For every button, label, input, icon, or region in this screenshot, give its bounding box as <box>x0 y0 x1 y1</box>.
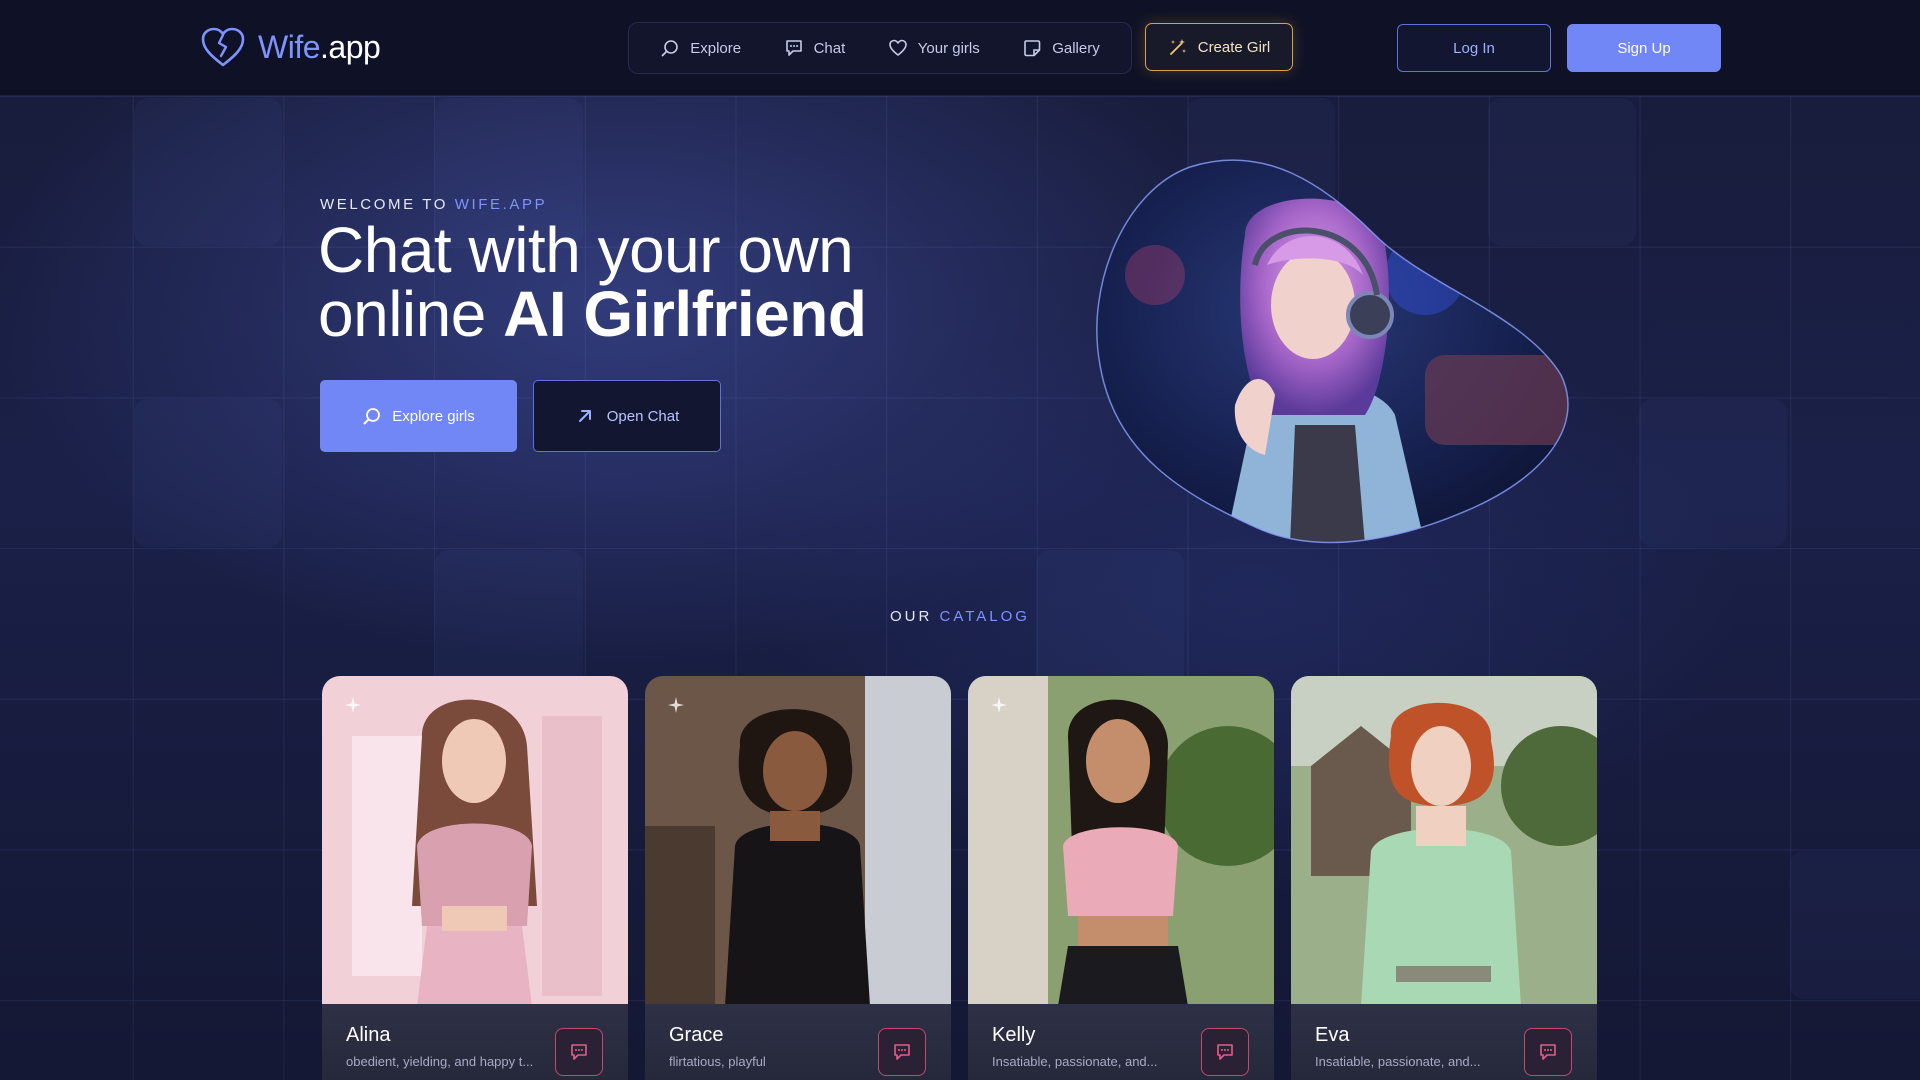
arrow-up-right-icon <box>578 410 591 422</box>
girl-name: Kelly <box>992 1024 1036 1046</box>
chat-bubble-icon <box>785 40 802 56</box>
open-chat-label: Open Chat <box>606 407 680 425</box>
signup-button[interactable]: Sign Up <box>1567 24 1721 72</box>
hero-eyebrow-prefix: WELCOME TO <box>320 196 448 213</box>
girl-card-info: Eva Insatiable, passionate, and... <box>1291 1004 1597 1080</box>
girl-description: Insatiable, passionate, and... <box>992 1054 1158 1069</box>
hero-title-line2: online AI Girlfriend <box>318 282 867 346</box>
girl-card-kelly[interactable]: Kelly Insatiable, passionate, and... <box>968 676 1274 1080</box>
girl-name: Alina <box>346 1024 391 1046</box>
logo-text-accent: .app <box>320 28 381 65</box>
open-chat-button[interactable]: Open Chat <box>533 380 721 452</box>
girl-chat-button[interactable] <box>555 1028 603 1076</box>
hero-eyebrow: WELCOME TO WIFE.APP <box>320 196 547 213</box>
nav-item-explore[interactable]: Explore <box>660 38 741 58</box>
sparkle-icon <box>668 697 684 713</box>
nav-item-label: Chat <box>813 39 846 57</box>
hero-girl-image <box>1096 159 1569 544</box>
sparkle-icon <box>991 697 1007 713</box>
girl-card-info: Kelly Insatiable, passionate, and... <box>968 1004 1274 1080</box>
hero-eyebrow-accent: WIFE.APP <box>454 196 548 213</box>
grid-tile <box>134 98 282 246</box>
chat-bubble-icon <box>1217 1044 1233 1060</box>
sparkle-icon <box>345 697 361 713</box>
girl-description: flirtatious, playful <box>669 1054 766 1069</box>
search-icon <box>363 408 381 425</box>
magic-wand-icon <box>1169 39 1186 55</box>
girl-chat-button[interactable] <box>1524 1028 1572 1076</box>
girl-card-info: Grace flirtatious, playful <box>645 1004 951 1080</box>
girl-description: obedient, yielding, and happy t... <box>346 1054 534 1069</box>
girl-chat-button[interactable] <box>878 1028 926 1076</box>
logo-text: Wife.app <box>258 28 381 66</box>
page: Wife.app Explore Chat Your girls Gallery <box>0 0 1920 1080</box>
girl-card-eva[interactable]: Eva Insatiable, passionate, and... <box>1291 676 1597 1080</box>
hero-title-regular: online <box>318 278 486 350</box>
girl-card-grace[interactable]: Grace flirtatious, playful <box>645 676 951 1080</box>
top-navbar: Wife.app Explore Chat Your girls Gallery <box>0 0 1920 96</box>
nav-item-label: Explore <box>690 39 742 57</box>
girl-card-info: Alina obedient, yielding, and happy t... <box>322 1004 628 1080</box>
create-girl-button[interactable]: Create Girl <box>1145 23 1293 71</box>
broken-heart-icon <box>201 27 245 67</box>
grid-tile <box>1639 399 1787 547</box>
gallery-icon <box>1024 40 1041 57</box>
girl-name: Eva <box>1315 1024 1350 1046</box>
explore-girls-label: Explore girls <box>392 407 475 425</box>
nav-item-label: Your girls <box>917 39 980 57</box>
logo-text-main: Wife <box>258 28 321 65</box>
girl-photo <box>322 676 628 1006</box>
grid-tile <box>134 399 282 547</box>
hero-title: Chat with your own online AI Girlfriend <box>318 214 867 346</box>
girl-chat-button[interactable] <box>1201 1028 1249 1076</box>
login-button[interactable]: Log In <box>1397 24 1551 72</box>
nav-item-label: Gallery <box>1052 39 1100 57</box>
girl-photo <box>968 676 1274 1006</box>
girl-name: Grace <box>669 1024 724 1046</box>
explore-girls-button[interactable]: Explore girls <box>320 380 517 452</box>
logo[interactable]: Wife.app <box>200 26 381 68</box>
chat-bubble-icon <box>894 1044 910 1060</box>
girl-description: Insatiable, passionate, and... <box>1315 1054 1481 1069</box>
nav-item-your-girls[interactable]: Your girls <box>888 38 980 58</box>
main-nav: Explore Chat Your girls Gallery <box>628 22 1132 74</box>
catalog-cards: Alina obedient, yielding, and happy t... <box>322 676 1597 1080</box>
nav-item-chat[interactable]: Chat <box>784 38 846 58</box>
catalog-heading: OUR CATALOG <box>0 608 1920 625</box>
chat-bubble-icon <box>1540 1044 1556 1060</box>
grid-tile <box>1790 851 1920 999</box>
catalog-heading-accent: CATALOG <box>939 608 1030 625</box>
hero-title-bold: AI Girlfriend <box>503 278 867 350</box>
hero-title-line1: Chat with your own <box>318 214 854 286</box>
girl-card-alina[interactable]: Alina obedient, yielding, and happy t... <box>322 676 628 1080</box>
chat-bubble-icon <box>571 1044 587 1060</box>
girl-photo <box>1291 676 1597 1006</box>
catalog-heading-prefix: OUR <box>890 608 933 625</box>
heart-icon <box>888 39 907 56</box>
girl-photo <box>645 676 951 1006</box>
create-girl-label: Create Girl <box>1197 38 1271 56</box>
search-icon <box>661 40 679 57</box>
nav-item-gallery[interactable]: Gallery <box>1022 38 1100 58</box>
